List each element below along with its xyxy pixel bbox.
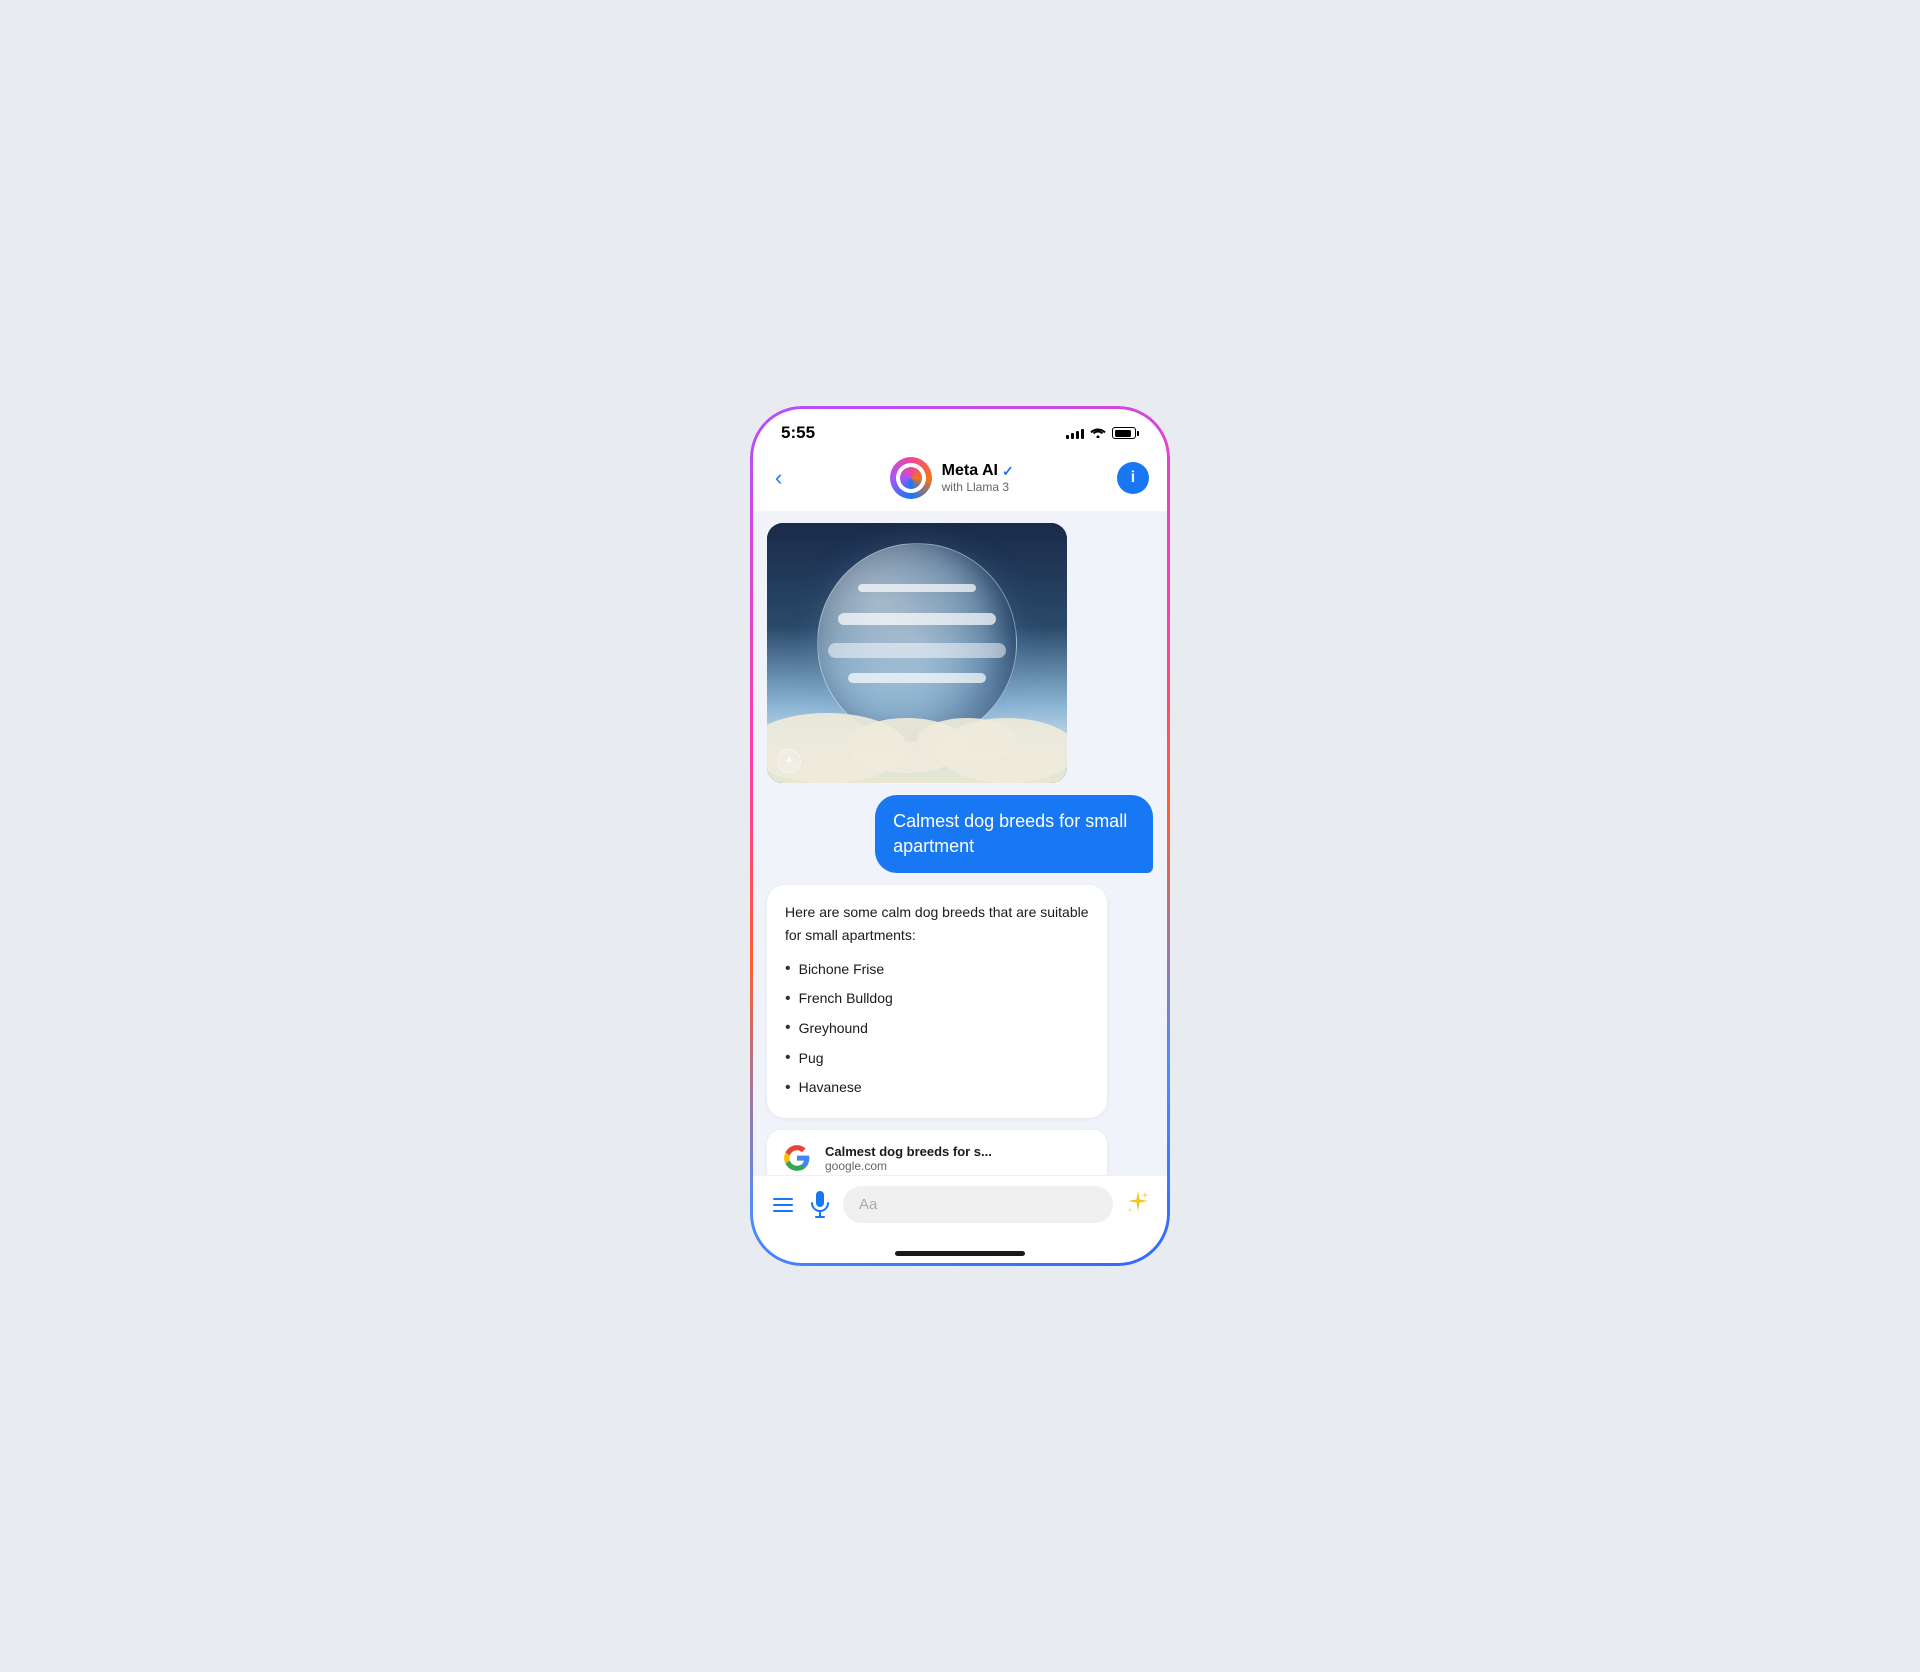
breed-item-1: Bichone Frise [785,954,1089,984]
source-title: Calmest dog breeds for s... [825,1144,992,1159]
breed-list: Bichone Frise French Bulldog Greyhound P… [785,954,1089,1102]
info-button[interactable]: i [1117,462,1149,494]
header-subtitle: with Llama 3 [942,480,1014,494]
chat-area: ✦ Calmest dog breeds for small apartment… [753,511,1167,1175]
ai-response-bubble: Here are some calm dog breeds that are s… [767,885,1107,1118]
wifi-icon [1090,426,1106,441]
verified-badge: ✓ [1002,463,1014,480]
breed-item-4: Pug [785,1043,1089,1073]
header-text: Meta AI ✓ with Llama 3 [942,462,1014,494]
user-message-bubble: Calmest dog breeds for small apartment [875,795,1153,873]
back-button[interactable]: ‹ [771,463,786,493]
ai-response-intro: Here are some calm dog breeds that are s… [785,901,1089,946]
phone-wrapper: 5:55 [750,406,1170,1266]
menu-button[interactable] [769,1194,797,1216]
header-name: Meta AI ✓ [942,462,1014,480]
home-indicator-bar [895,1251,1025,1256]
source-card[interactable]: Calmest dog breeds for s... google.com [767,1130,1107,1175]
home-indicator [753,1243,1167,1263]
source-url: google.com [825,1159,992,1173]
sparkle-button[interactable] [1125,1189,1151,1221]
meta-ai-avatar [890,457,932,499]
phone-screen: 5:55 [753,409,1167,1263]
text-input[interactable]: Aa [843,1186,1113,1223]
header-center: Meta AI ✓ with Llama 3 [890,457,1014,499]
breed-item-5: Havanese [785,1073,1089,1103]
microphone-button[interactable] [809,1191,831,1219]
bottom-bar: Aa [753,1175,1167,1243]
header: ‹ Meta AI ✓ with Llama 3 i [753,449,1167,511]
status-icons [1066,426,1139,441]
source-info: Calmest dog breeds for s... google.com [825,1144,992,1173]
ai-generated-image: ✦ [767,523,1067,783]
watermark: ✦ [777,749,801,773]
status-time: 5:55 [781,423,815,443]
google-logo [781,1142,813,1174]
status-bar: 5:55 [753,409,1167,449]
input-placeholder: Aa [859,1196,877,1213]
breed-item-2: French Bulldog [785,984,1089,1014]
signal-icon [1066,427,1084,439]
battery-icon [1112,427,1139,439]
breed-item-3: Greyhound [785,1013,1089,1043]
